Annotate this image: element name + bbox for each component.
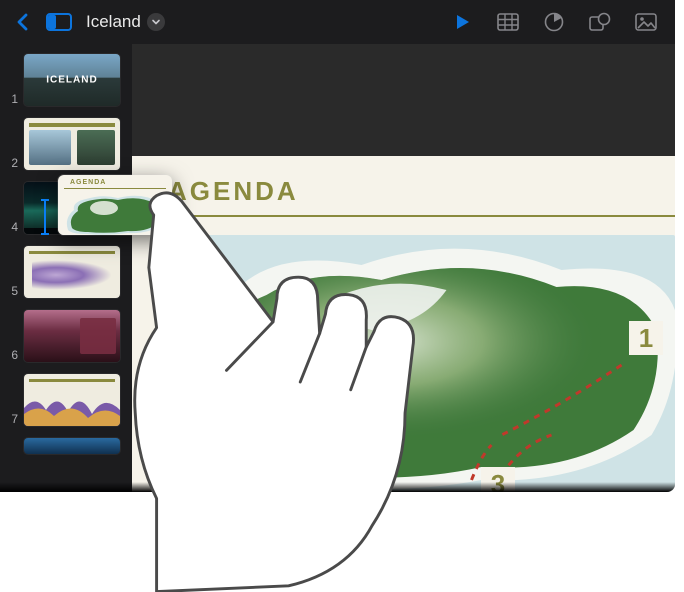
insert-table-button[interactable]: [495, 9, 521, 35]
table-icon: [497, 13, 519, 31]
dragged-slide-thumbnail[interactable]: AGENDA: [58, 175, 172, 235]
back-button[interactable]: [10, 9, 36, 35]
insert-media-button[interactable]: [633, 9, 659, 35]
thumbnail-title: ICELAND: [24, 75, 120, 86]
media-icon: [635, 13, 657, 31]
dragged-slide-title: AGENDA: [64, 175, 166, 189]
slide-thumbnail[interactable]: 1 ICELAND: [8, 54, 124, 106]
slide-number: 7: [8, 412, 18, 426]
sidebar-icon: [46, 12, 72, 32]
slide-navigator[interactable]: 1 ICELAND 2 4: [0, 44, 132, 492]
slide-number: 1: [8, 92, 18, 106]
chevron-down-icon: [151, 17, 161, 27]
map-marker: 1: [629, 321, 663, 355]
slide-map: 1 3: [168, 235, 675, 492]
insert-chart-button[interactable]: [541, 9, 567, 35]
slide-number: 4: [8, 220, 18, 234]
current-slide[interactable]: AGENDA: [132, 156, 675, 492]
sidebar-toggle-button[interactable]: [46, 9, 72, 35]
back-icon: [15, 11, 31, 33]
slide-thumbnail[interactable]: 5: [8, 246, 124, 298]
play-icon: [453, 13, 471, 31]
slide-number: 2: [8, 156, 18, 170]
keynote-app: Iceland: [0, 0, 675, 492]
play-button[interactable]: [449, 9, 475, 35]
slide-title: AGENDA: [132, 156, 675, 215]
slide-canvas[interactable]: AGENDA: [132, 44, 675, 492]
document-title: Iceland: [86, 12, 141, 32]
slide-thumbnail[interactable]: [8, 438, 124, 454]
title-underline: [168, 215, 675, 217]
slide-thumbnail[interactable]: 6: [8, 310, 124, 362]
toolbar: Iceland: [0, 0, 675, 44]
insert-shape-button[interactable]: [587, 9, 613, 35]
app-body: 1 ICELAND 2 4: [0, 44, 675, 492]
doc-menu-chevron[interactable]: [147, 13, 165, 31]
slide-thumbnail[interactable]: 7: [8, 374, 124, 426]
document-title-button[interactable]: Iceland: [86, 12, 165, 32]
chart-icon: [544, 12, 564, 32]
slide-number: 6: [8, 348, 18, 362]
slide-thumbnail[interactable]: 2: [8, 118, 124, 170]
shape-icon: [589, 12, 611, 32]
drag-insertion-indicator: [44, 200, 46, 234]
slide-number: 5: [8, 284, 18, 298]
